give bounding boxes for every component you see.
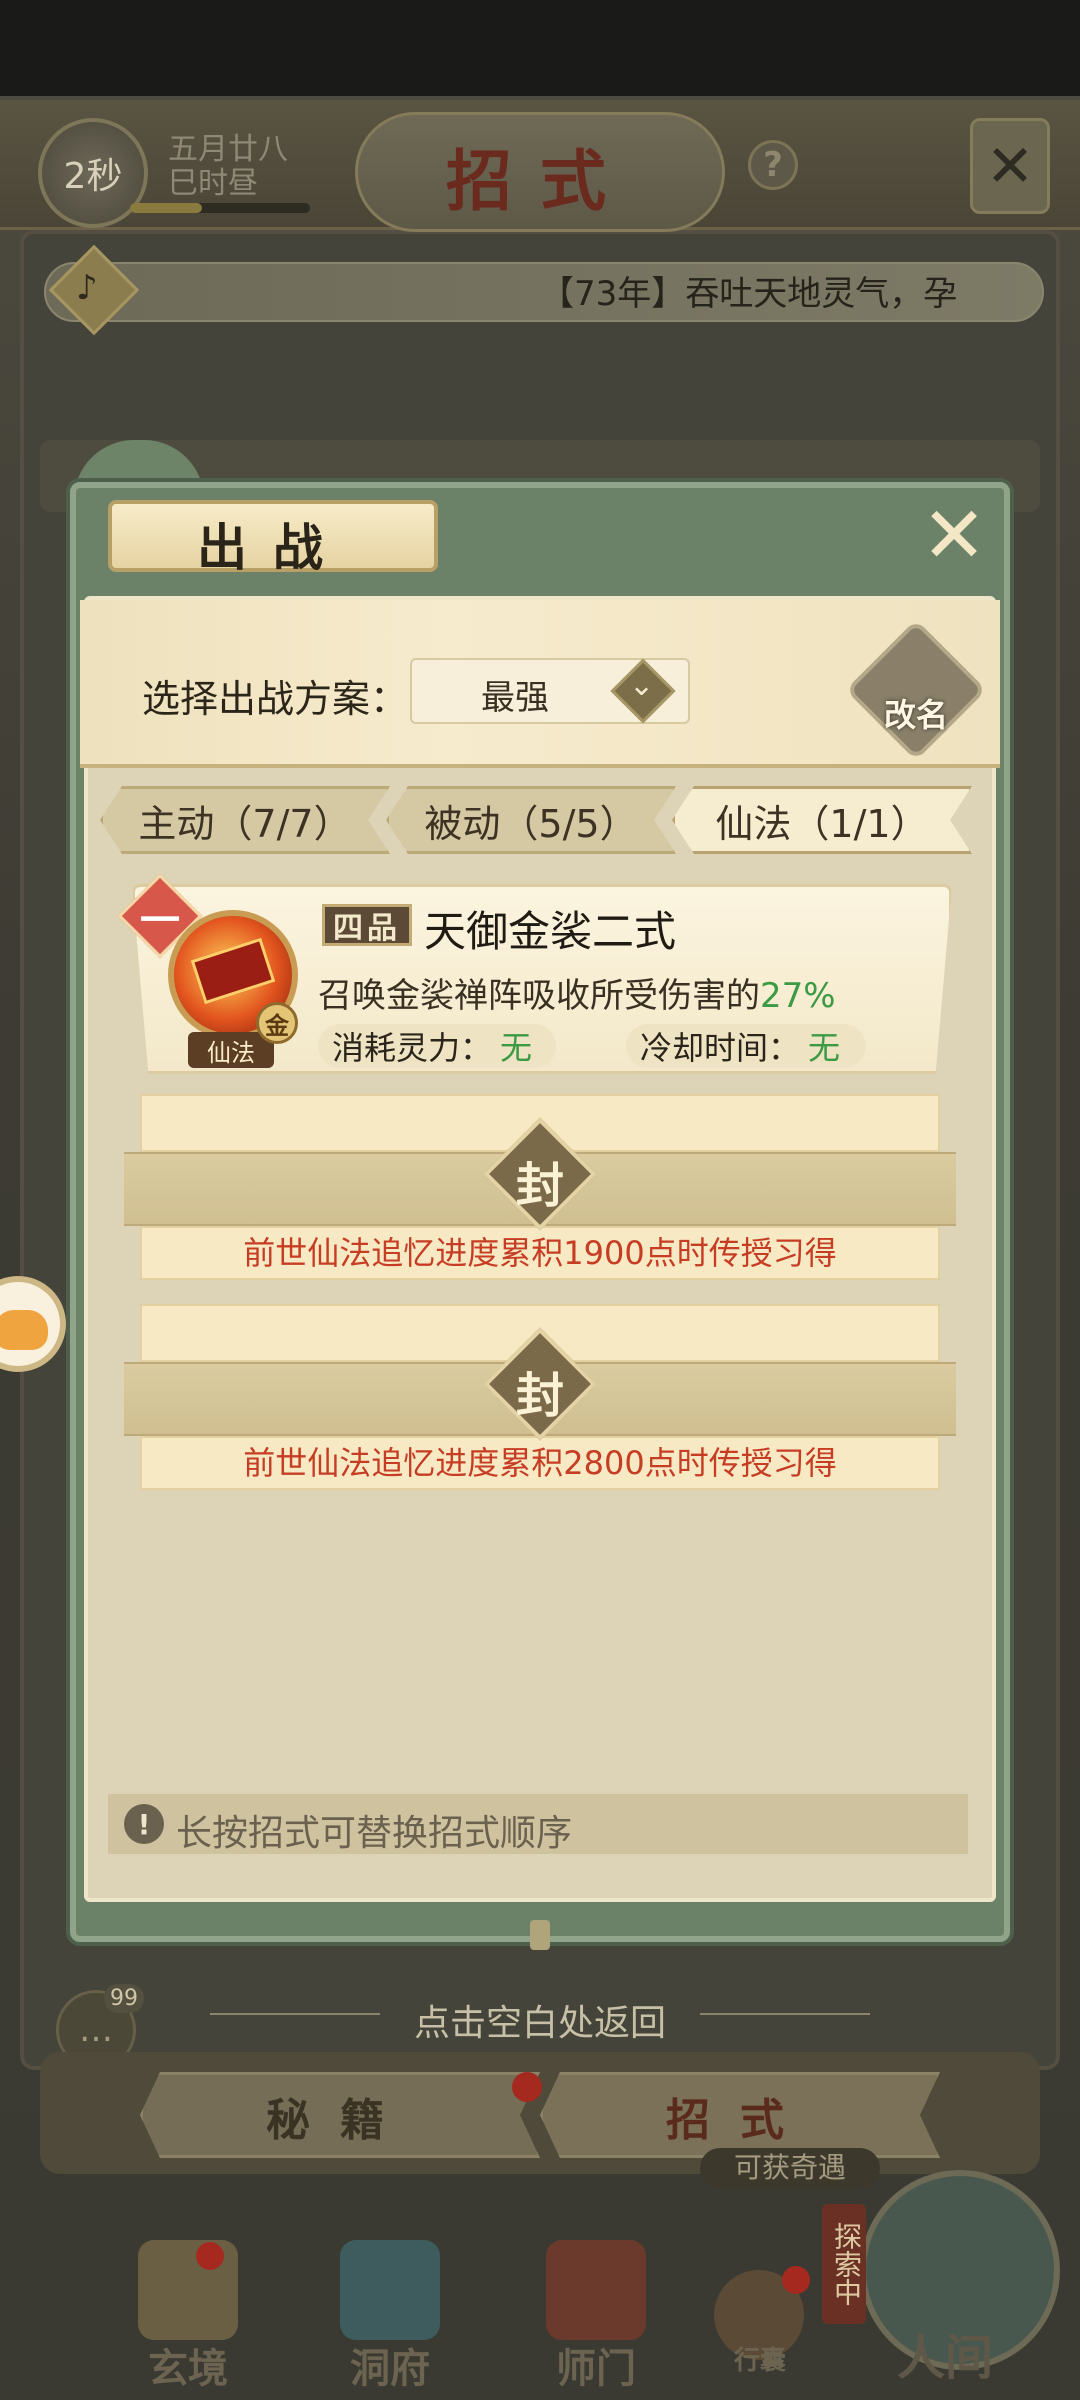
page-title: 招式 <box>446 142 634 220</box>
skill-grade-badge: 四品 <box>322 904 412 946</box>
skill-name: 天御金裟二式 <box>424 907 677 956</box>
mana-cost: 消耗灵力：无 <box>318 1024 556 1068</box>
notification-dot <box>782 2266 810 2294</box>
cooldown-value: 无 <box>808 1029 841 1067</box>
nav-shimen[interactable]: 师门 <box>526 2240 666 2392</box>
nav-xuanjing[interactable]: 玄境 <box>118 2240 258 2392</box>
status-bar-area <box>0 0 1080 96</box>
seal-character: 封 <box>515 1158 564 1214</box>
modal-close-button[interactable]: ✕ <box>918 497 990 575</box>
skill-description-text: 召唤金裟禅阵吸收所受伤害的 <box>318 976 760 1016</box>
scheme-label: 选择出战方案： <box>142 677 409 721</box>
gamepad-icon[interactable] <box>0 1310 48 1350</box>
skill-description-percent: 27% <box>760 976 836 1016</box>
banner-icon <box>546 2240 646 2340</box>
sealed-skill-slot[interactable]: 封 前世仙法追忆进度累积1900点时传授习得 <box>124 1094 956 1280</box>
cooldown-label: 冷却时间： <box>640 1029 801 1067</box>
world-label[interactable]: 人间 <box>870 2318 1020 2388</box>
nav-label: 师门 <box>556 2345 636 2392</box>
encounter-tag: 可获奇遇 <box>700 2148 880 2188</box>
modal-pin-decoration <box>530 1920 550 1950</box>
sealed-skill-slot[interactable]: 封 前世仙法追忆进度累积2800点时传授习得 <box>124 1304 956 1490</box>
header-close-button[interactable]: ✕ <box>970 118 1050 214</box>
scheme-dropdown-value[interactable]: 最强 <box>410 670 620 719</box>
nav-label: 玄境 <box>148 2345 228 2392</box>
game-time: 巳时昼 <box>168 166 258 201</box>
skill-element-tag: 金 <box>256 1002 298 1044</box>
skill-description: 召唤金裟禅阵吸收所受伤害的27% <box>318 968 836 1017</box>
nav-bag[interactable]: 行囊 <box>710 2266 810 2380</box>
modal-title: 出战 <box>197 518 349 577</box>
mana-cost-label: 消耗灵力： <box>332 1029 493 1067</box>
pavilion-icon <box>340 2240 440 2340</box>
tab-passive-skills[interactable]: 被动（5/5） <box>386 786 676 854</box>
notification-dot <box>512 2072 542 2102</box>
notification-dot <box>196 2242 224 2270</box>
nav-label: 行囊 <box>733 2346 786 2376</box>
unlock-requirement: 前世仙法追忆进度累积1900点时传授习得 <box>243 1234 837 1272</box>
nav-label: 洞府 <box>350 2345 430 2392</box>
slot-number: 一 <box>140 898 180 944</box>
rename-label[interactable]: 改名 <box>868 690 964 736</box>
tab-spells[interactable]: 仙法（1/1） <box>672 786 972 854</box>
exclamation-icon: ! <box>124 1804 164 1844</box>
exploring-badge: 探索中 <box>822 2204 866 2324</box>
chevron-glyph-icon[interactable]: ⌄ <box>629 668 654 703</box>
mana-cost-value: 无 <box>500 1029 533 1067</box>
bell-glyph-icon: ♪ <box>76 268 98 308</box>
help-icon[interactable]: ? <box>748 140 798 190</box>
tab-secret-books-label[interactable]: 秘籍 <box>140 2084 540 2148</box>
tab-active-skills[interactable]: 主动（7/7） <box>100 786 390 854</box>
seal-character: 封 <box>515 1368 564 1424</box>
nav-dongfu[interactable]: 洞府 <box>320 2240 460 2392</box>
hint-text: 长按招式可替换招式顺序 <box>176 1813 573 1854</box>
unlock-requirement: 前世仙法追忆进度累积2800点时传授习得 <box>243 1444 837 1482</box>
cooldown: 冷却时间：无 <box>626 1024 866 1068</box>
tab-moves-label[interactable]: 招式 <box>540 2084 940 2148</box>
time-progress-fill <box>130 203 202 213</box>
tap-to-return-hint[interactable]: 点击空白处返回 <box>0 1994 1080 2046</box>
announcement-text: 【73年】吞吐天地灵气，孕 <box>540 274 958 314</box>
